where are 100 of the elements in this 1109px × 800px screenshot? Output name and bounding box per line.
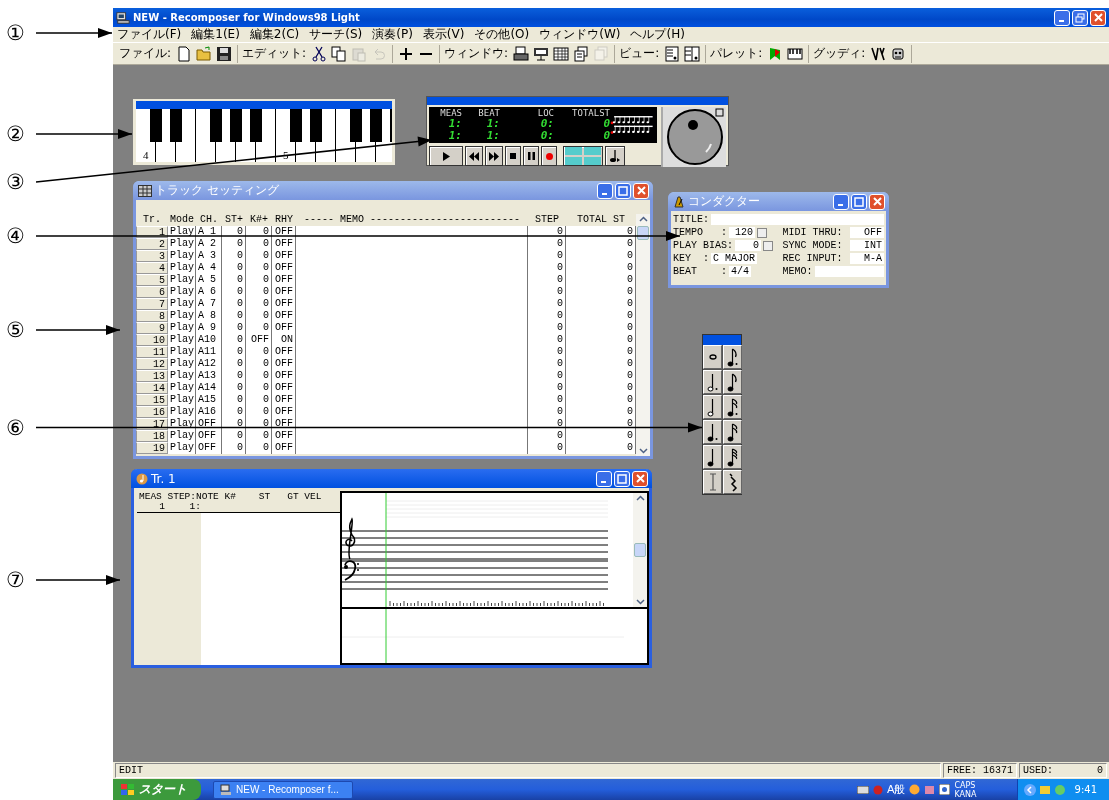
close-button[interactable] [633,182,649,199]
track-number-button[interactable]: 12 [136,358,168,370]
close-button[interactable] [1090,9,1106,26]
track-number-button[interactable]: 16 [136,406,168,418]
menu-item[interactable]: 編集1(E) [191,26,240,43]
track-number-button[interactable]: 18 [136,430,168,442]
counter-value: 0: [539,129,554,142]
scrollbar[interactable] [633,493,647,607]
number-field[interactable]: 120 [729,227,755,238]
toolbar-button[interactable] [215,44,234,63]
value-field[interactable]: INT [850,240,884,251]
rewind-button[interactable] [465,146,483,166]
track-number-button[interactable]: 17 [136,418,168,430]
spin-button[interactable] [757,227,767,238]
layout-button[interactable] [563,146,603,166]
value-field[interactable]: C MAJOR [711,253,758,264]
toolbar-label: エディット: [242,45,307,62]
value-field[interactable]: OFF [850,227,884,238]
help-icon[interactable] [939,784,951,795]
value-field[interactable]: M-A [850,253,884,264]
note-icon [136,472,148,485]
computer-icon [116,10,130,25]
tool-icon[interactable] [924,784,936,795]
track-number-button[interactable]: 14 [136,382,168,394]
maximize-button[interactable] [615,182,631,199]
note-icon [726,421,739,443]
column-header: Mode [169,214,195,226]
restore-button[interactable] [1072,9,1088,26]
cursor-button[interactable] [703,470,722,494]
start-button[interactable]: スタート [113,779,201,800]
track-number-button[interactable]: 8 [136,310,168,322]
minimize-button[interactable] [596,470,612,487]
minimize-button[interactable] [597,182,613,199]
track-number-button[interactable]: 19 [136,442,168,454]
counter-value: 1: [447,117,462,130]
ime-mode-text[interactable]: A般 [886,782,906,797]
pause-button[interactable] [523,146,539,166]
stop-button[interactable] [505,146,521,166]
toolbar-button[interactable] [572,44,591,63]
menu-item[interactable]: その他(O) [474,26,530,43]
track-number-button[interactable]: 4 [136,262,168,274]
scroll-thumb[interactable] [634,543,646,557]
toolbar-button[interactable] [552,44,571,63]
track-number-button[interactable]: 6 [136,286,168,298]
rewind-icon [469,151,479,161]
taskbar-button[interactable]: NEW - Recomposer f... [213,780,353,799]
track-number-button[interactable]: 11 [136,346,168,358]
track-number-button[interactable]: 15 [136,394,168,406]
close-icon [635,474,645,483]
menu-item[interactable]: ウィンドウ(W) [539,26,621,43]
maximize-button[interactable] [614,470,630,487]
menu-item[interactable]: 編集2(C) [249,26,300,43]
track-number-button[interactable]: 13 [136,370,168,382]
track-number-button[interactable]: 5 [136,274,168,286]
menu-item[interactable]: 表示(V) [422,26,465,43]
tool-icon[interactable] [909,784,921,795]
value-field[interactable]: 4/4 [729,266,752,277]
callout-number: ⑥ [6,415,25,440]
spin-button[interactable] [763,240,773,251]
toolbar-button[interactable] [310,44,329,63]
counter-value: 0 [602,129,610,142]
close-icon [636,186,646,195]
counter-label: TOTALST [571,108,610,118]
record-button[interactable] [541,146,557,166]
minus-icon [420,52,433,55]
menu-item[interactable]: ファイル(F) [117,26,182,43]
close-button[interactable] [869,193,885,210]
toolbar-button[interactable] [512,44,531,63]
rest-button[interactable] [723,470,742,494]
track-number-button[interactable]: 7 [136,298,168,310]
track-number-button[interactable]: 9 [136,322,168,334]
pause-icon [527,152,535,160]
keyboard-icon[interactable] [856,785,869,794]
track-number-button[interactable]: 10 [136,334,168,346]
number-field[interactable]: 0 [735,240,761,251]
menu-item[interactable]: サーチ(S) [309,26,363,43]
track-number-button[interactable]: 2 [136,238,168,250]
column-header: ST+ [224,214,244,226]
scrollbar[interactable] [636,214,650,456]
minimize-button[interactable] [1054,9,1070,26]
close-button[interactable] [632,470,648,487]
field-label: SYNC MODE: [782,240,843,251]
note-button[interactable] [605,146,625,166]
fast-forward-button[interactable] [485,146,503,166]
minimize-button[interactable] [833,193,849,210]
field-label: MIDI THRU: [782,227,843,238]
memo-field[interactable] [814,266,884,277]
menu-item[interactable]: 演奏(P) [372,26,413,43]
maximize-button[interactable] [851,193,867,210]
column-header: K#+ [249,214,269,226]
piano-keyboard-drawing[interactable]: 4 5 [136,109,392,162]
track-number-button[interactable]: 3 [136,250,168,262]
title-field[interactable] [711,214,884,225]
play-button[interactable] [429,146,463,166]
knob-drawing[interactable] [665,108,724,166]
status-label: USED: [1023,764,1053,777]
menu-item[interactable]: ヘルプ(H) [630,26,685,43]
toolbar-button[interactable] [330,44,349,63]
counter-label: MEAS [439,108,462,118]
minimize-icon [601,480,607,483]
